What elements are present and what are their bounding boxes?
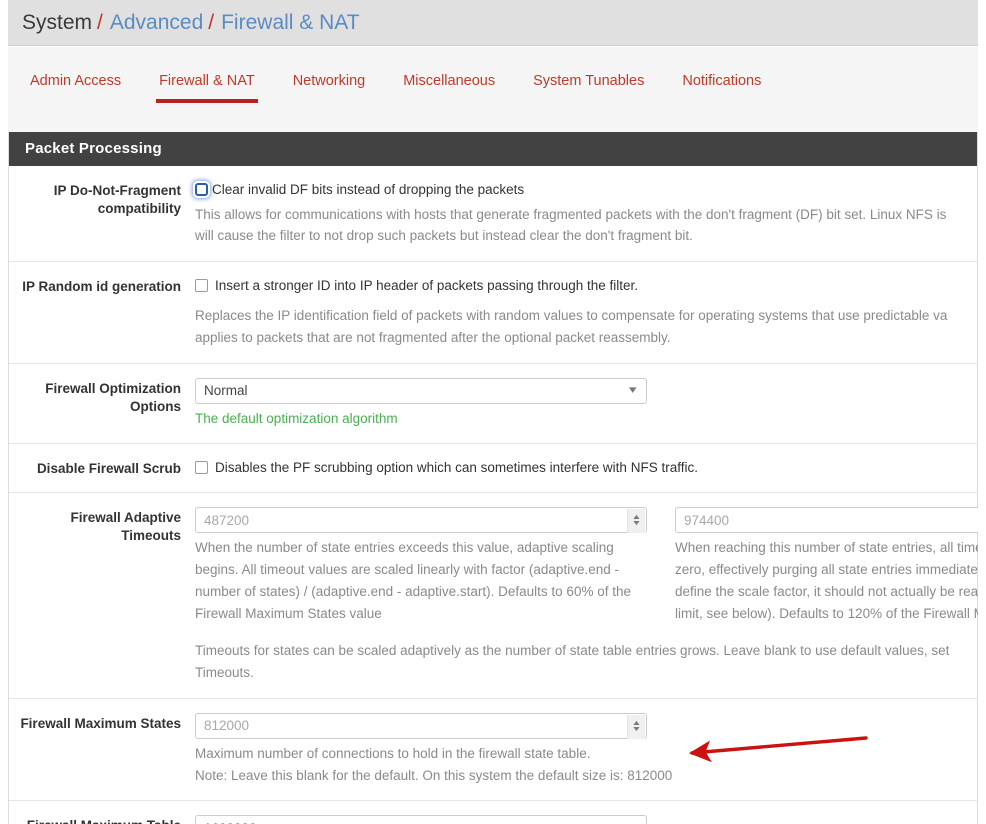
field-firewall-maximum-states: 812000 ▲ ▼ Maximum number of connections…: [195, 712, 977, 787]
adaptive-end-help: When reaching this number of state entri…: [675, 540, 986, 621]
field-firewall-maximum-table-entries: 1600000 Maximum number of table entries …: [195, 815, 977, 824]
page-root: System / Advanced / Firewall & NAT Admin…: [0, 0, 986, 824]
adaptive-start-help: When the number of state entries exceeds…: [195, 540, 631, 621]
row-firewall-optimization: Firewall Optimization Options Normal ▾ T…: [9, 364, 977, 444]
firewall-maximum-states-help-line1: Maximum number of connections to hold in…: [195, 745, 591, 761]
field-adaptive-timeouts: 487200 ▲ ▼ When the number of state entr…: [195, 507, 986, 684]
breadcrumb-current[interactable]: Firewall & NAT: [221, 12, 359, 33]
row-disable-firewall-scrub: Disable Firewall Scrub Disables the PF s…: [9, 444, 977, 494]
random-id-checkbox-line: Insert a stronger ID into IP header of p…: [195, 276, 977, 296]
random-id-help-line2: applies to packets that are not fragment…: [195, 329, 671, 345]
left-edge-strip: [0, 0, 8, 824]
adaptive-end-placeholder: 974400: [684, 512, 730, 528]
firewall-maximum-table-entries-input[interactable]: 1600000: [195, 815, 647, 824]
disable-firewall-scrub-checkbox-label: Disables the PF scrubbing option which c…: [215, 459, 698, 475]
spinner-down-icon: ▼: [631, 725, 642, 733]
adaptive-end-input[interactable]: 974400 ▲ ▼: [675, 507, 986, 534]
row-adaptive-timeouts: Firewall Adaptive Timeouts 487200 ▲ ▼ Wh…: [9, 493, 986, 699]
df-compatibility-help-line1: This allows for communications with host…: [195, 206, 947, 222]
label-adaptive-timeouts: Firewall Adaptive Timeouts: [70, 510, 181, 544]
firewall-maximum-states-placeholder: 812000: [204, 718, 250, 734]
panel-title: Packet Processing: [9, 132, 977, 166]
label-random-id-generation: IP Random id generation: [22, 279, 181, 295]
row-firewall-maximum-states: Firewall Maximum States 812000 ▲ ▼ Maxim…: [9, 699, 977, 802]
df-compatibility-checkbox-label: Clear invalid DF bits instead of droppin…: [212, 182, 525, 197]
random-id-help-line1: Replaces the IP identification field of …: [195, 307, 948, 323]
adaptive-start-column: 487200 ▲ ▼ When the number of state entr…: [195, 507, 647, 624]
adaptive-end-column: 974400 ▲ ▼ When reaching this number of …: [675, 507, 986, 624]
adaptive-timeouts-columns: 487200 ▲ ▼ When the number of state entr…: [195, 507, 986, 624]
field-disable-firewall-scrub: Disables the PF scrubbing option which c…: [195, 458, 977, 478]
label-firewall-maximum-table-entries: Firewall Maximum Table Entries: [9, 815, 195, 824]
tab-admin-access[interactable]: Admin Access: [30, 73, 121, 103]
firewall-maximum-states-help-line2: Note: Leave this blank for the default. …: [195, 767, 673, 783]
adaptive-start-placeholder: 487200: [204, 512, 250, 528]
tab-firewall-and-nat[interactable]: Firewall & NAT: [156, 73, 258, 103]
tab-bar: Admin Access Firewall & NAT Networking M…: [8, 47, 978, 132]
breadcrumb-parent-link[interactable]: Advanced: [110, 12, 203, 33]
label-disable-firewall-scrub: Disable Firewall Scrub: [36, 460, 181, 476]
field-df-compatibility: Clear invalid DF bits instead of droppin…: [195, 180, 977, 247]
adaptive-start-spinner[interactable]: ▲ ▼: [627, 509, 645, 534]
tab-notifications[interactable]: Notifications: [682, 73, 761, 103]
chevron-down-icon: ▾: [629, 384, 638, 397]
breadcrumb-separator-1: /: [97, 11, 103, 34]
breadcrumb-bar: System / Advanced / Firewall & NAT: [8, 0, 978, 46]
firewall-maximum-states-input[interactable]: 812000 ▲ ▼: [195, 712, 647, 739]
random-id-checkbox-label: Insert a stronger ID into IP header of p…: [215, 278, 638, 294]
df-compatibility-help-line2: will cause the filter to not drop such p…: [195, 228, 693, 244]
field-firewall-optimization: Normal ▾ The default optimization algori…: [195, 377, 977, 429]
breadcrumb: System / Advanced / Firewall & NAT: [22, 12, 360, 33]
firewall-optimization-select[interactable]: Normal ▾: [195, 377, 647, 404]
disable-firewall-scrub-checkbox[interactable]: [195, 460, 208, 474]
packet-processing-panel: Packet Processing IP Do-Not-Fragment com…: [8, 132, 986, 824]
tab-system-tunables[interactable]: System Tunables: [533, 73, 644, 103]
adaptive-start-input[interactable]: 487200 ▲ ▼: [195, 507, 647, 534]
random-id-checkbox[interactable]: [195, 279, 208, 293]
right-edge-strip: [978, 0, 986, 824]
spinner-down-icon: ▼: [631, 520, 642, 528]
df-compatibility-checkbox[interactable]: [195, 183, 208, 196]
row-df-compatibility: IP Do-Not-Fragment compatibility Clear i…: [9, 166, 977, 263]
firewall-optimization-selected-value: Normal: [204, 383, 248, 399]
breadcrumb-separator-2: /: [208, 11, 215, 34]
df-checkbox-line: Clear invalid DF bits instead of droppin…: [195, 180, 977, 200]
label-firewall-maximum-states: Firewall Maximum States: [20, 715, 181, 731]
disable-scrub-checkbox-line: Disables the PF scrubbing option which c…: [195, 458, 977, 478]
adaptive-timeouts-note-line1: Timeouts for states can be scaled adapti…: [195, 643, 950, 659]
firewall-maximum-states-spinner[interactable]: ▲ ▼: [627, 714, 645, 739]
label-df-compatibility: IP Do-Not-Fragment compatibility: [53, 183, 181, 217]
breadcrumb-root: System: [22, 11, 93, 34]
tab-networking[interactable]: Networking: [293, 73, 366, 103]
row-random-id-generation: IP Random id generation Insert a stronge…: [9, 262, 977, 364]
panel-body: IP Do-Not-Fragment compatibility Clear i…: [9, 166, 986, 824]
firewall-optimization-help: The default optimization algorithm: [195, 410, 398, 426]
row-firewall-maximum-table-entries: Firewall Maximum Table Entries 1600000 M…: [9, 801, 977, 824]
tab-miscellaneous[interactable]: Miscellaneous: [403, 73, 495, 103]
adaptive-timeouts-note-line2: Timeouts.: [195, 665, 254, 681]
label-firewall-optimization: Firewall Optimization Options: [45, 380, 181, 414]
field-random-id-generation: Insert a stronger ID into IP header of p…: [195, 276, 977, 348]
